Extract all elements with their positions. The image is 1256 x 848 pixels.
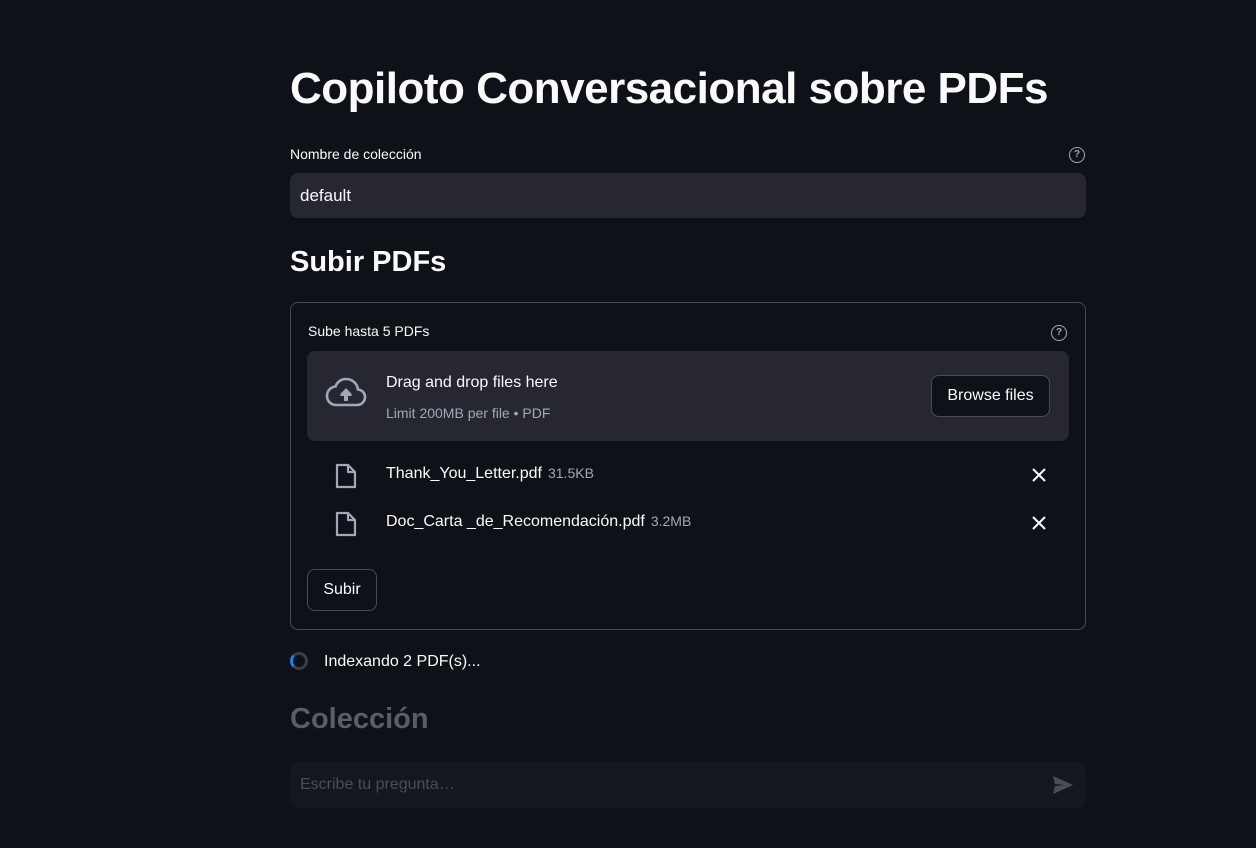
uploaded-file-row: Thank_You_Letter.pdf 31.5KB — [307, 455, 1069, 495]
page-title: Copiloto Conversacional sobre PDFs — [290, 64, 1049, 113]
file-size: 3.2MB — [650, 513, 692, 529]
upload-section-heading: Subir PDFs — [290, 246, 447, 278]
chat-input[interactable] — [290, 762, 1030, 808]
browse-files-button[interactable]: Browse files — [931, 375, 1050, 417]
chat-input-container — [290, 762, 1086, 808]
send-icon[interactable] — [1052, 775, 1074, 795]
dropzone-subtitle: Limit 200MB per file • PDF — [386, 405, 551, 421]
file-name: Doc_Carta _de_Recomendación.pdf — [386, 513, 645, 530]
dropzone-title: Drag and drop files here — [386, 374, 558, 391]
cloud-upload-icon — [325, 377, 367, 407]
help-circle-icon[interactable]: ? — [1051, 325, 1067, 341]
file-name: Thank_You_Letter.pdf — [386, 465, 542, 482]
loading-spinner-icon — [290, 652, 308, 670]
close-icon[interactable] — [1029, 513, 1049, 533]
file-size: 31.5KB — [547, 465, 594, 481]
file-dropzone[interactable]: Drag and drop files here Limit 200MB per… — [307, 351, 1069, 441]
collection-name-input[interactable] — [290, 173, 1086, 218]
file-icon — [335, 463, 357, 489]
help-circle-icon[interactable]: ? — [1069, 147, 1085, 163]
uploader-label: Sube hasta 5 PDFs — [308, 323, 430, 339]
collection-section-heading: Colección — [290, 703, 429, 735]
file-icon — [335, 511, 357, 537]
uploaded-file-row: Doc_Carta _de_Recomendación.pdf 3.2MB — [307, 503, 1069, 543]
close-icon[interactable] — [1029, 465, 1049, 485]
status-message: Indexando 2 PDF(s)... — [324, 653, 481, 670]
collection-name-label: Nombre de colección — [290, 146, 422, 162]
submit-upload-button[interactable]: Subir — [307, 569, 377, 611]
